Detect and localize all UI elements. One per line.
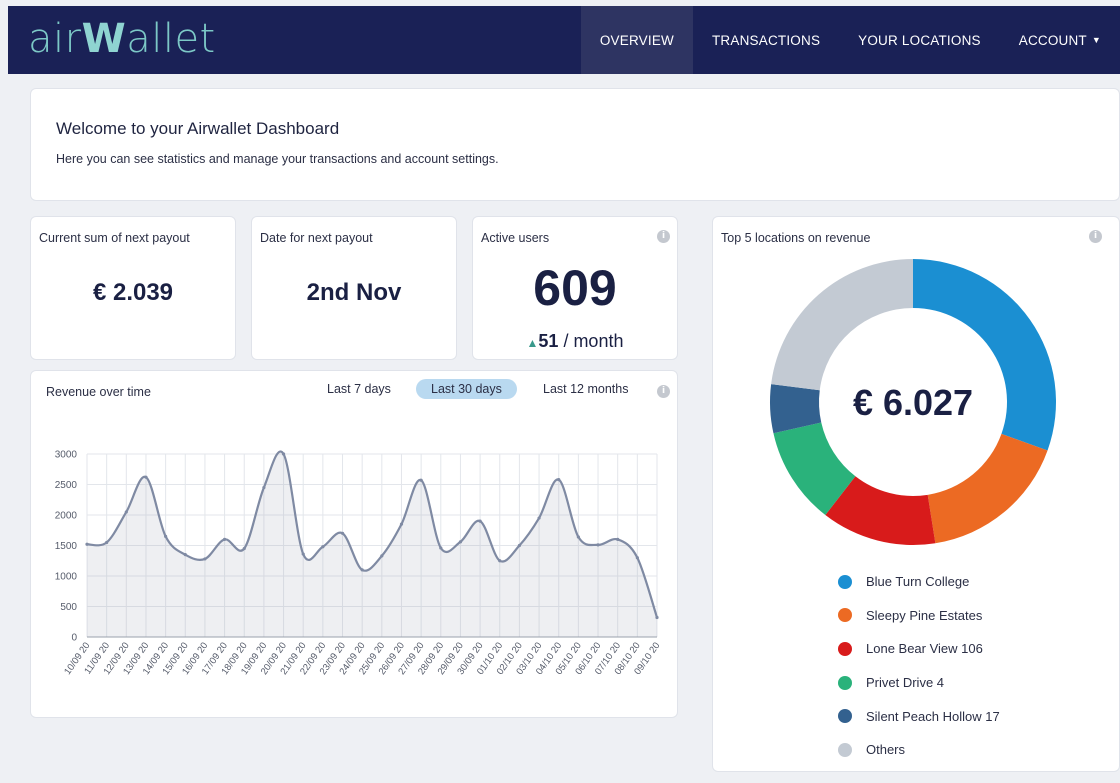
revenue-point[interactable] bbox=[124, 510, 128, 514]
airwallet-logo[interactable]: airWallet bbox=[28, 16, 216, 62]
legend-swatch bbox=[838, 574, 852, 589]
revenue-point[interactable] bbox=[478, 519, 482, 523]
nav-your-locations[interactable]: YOUR LOCATIONS bbox=[839, 6, 1000, 74]
revenue-point[interactable] bbox=[281, 452, 286, 456]
active-users-value: 609 bbox=[533, 260, 617, 316]
top-navbar: airWallet OVERVIEW TRANSACTIONS YOUR LOC… bbox=[8, 6, 1120, 74]
revenue-point[interactable] bbox=[203, 557, 207, 561]
payout-sum-label: Current sum of next payout bbox=[39, 231, 190, 245]
revenue-point[interactable] bbox=[301, 552, 305, 556]
revenue-point[interactable] bbox=[537, 516, 541, 520]
legend-label: Silent Peach Hollow 17 bbox=[866, 708, 1000, 724]
revenue-point[interactable] bbox=[340, 531, 345, 535]
payout-sum-value: € 2.039 bbox=[92, 279, 174, 306]
revenue-line-chart: 05001000150020002500300010/09 2011/09 20… bbox=[55, 450, 663, 678]
revenue-point[interactable] bbox=[144, 475, 148, 479]
info-icon[interactable]: i bbox=[657, 230, 670, 243]
revenue-point[interactable] bbox=[105, 540, 109, 545]
donut-slice-sleepy-pine-estates[interactable] bbox=[927, 433, 1048, 544]
revenue-point[interactable] bbox=[360, 568, 364, 572]
legend-label: Sleepy Pine Estates bbox=[866, 607, 983, 623]
donut-total-value: € 6.027 bbox=[853, 382, 973, 423]
top-locations-card: Top 5 locations on revenue i € 6.027 Blu… bbox=[712, 216, 1120, 772]
y-tick-label: 3000 bbox=[55, 450, 78, 461]
legend-item[interactable]: Lone Bear View 106 bbox=[838, 632, 1000, 666]
revenue-card: Revenue over time Last 7 days Last 30 da… bbox=[30, 370, 678, 718]
y-tick-label: 1000 bbox=[55, 572, 78, 583]
revenue-point[interactable] bbox=[85, 542, 89, 546]
payout-date-label: Date for next payout bbox=[260, 231, 373, 245]
revenue-point[interactable] bbox=[517, 543, 522, 548]
revenue-point[interactable] bbox=[498, 559, 502, 563]
legend-item[interactable]: Blue Turn College bbox=[838, 565, 1000, 599]
y-tick-label: 1500 bbox=[55, 541, 78, 552]
legend-label: Lone Bear View 106 bbox=[866, 641, 983, 657]
nav-transactions[interactable]: TRANSACTIONS bbox=[693, 6, 839, 74]
revenue-point[interactable] bbox=[321, 545, 325, 549]
revenue-point[interactable] bbox=[458, 540, 463, 544]
revenue-point[interactable] bbox=[419, 478, 423, 482]
revenue-point[interactable] bbox=[576, 535, 580, 539]
revenue-point[interactable] bbox=[616, 537, 620, 541]
active-users-delta: ▲51 / month bbox=[526, 331, 624, 351]
revenue-donut-chart: € 6.027 bbox=[770, 259, 1056, 545]
legend-label: Privet Drive 4 bbox=[866, 675, 945, 691]
revenue-point[interactable] bbox=[164, 534, 168, 538]
triangle-up-icon: ▲ bbox=[526, 336, 539, 350]
legend-swatch bbox=[838, 641, 852, 656]
revenue-point[interactable] bbox=[183, 553, 187, 557]
legend-swatch bbox=[838, 608, 852, 623]
caret-down-icon: ▼ bbox=[1091, 35, 1101, 45]
y-tick-label: 2500 bbox=[55, 480, 78, 491]
legend-label: Blue Turn College bbox=[866, 574, 970, 590]
legend-swatch bbox=[838, 675, 852, 690]
active-users-label: Active users bbox=[481, 231, 550, 245]
welcome-card: Welcome to your Airwallet Dashboard Here… bbox=[30, 88, 1120, 201]
y-tick-label: 500 bbox=[60, 602, 77, 613]
revenue-point[interactable] bbox=[655, 615, 659, 620]
nav-overview[interactable]: OVERVIEW bbox=[580, 6, 693, 74]
revenue-point[interactable] bbox=[596, 543, 600, 547]
revenue-area bbox=[87, 451, 657, 637]
welcome-title: Welcome to your Airwallet Dashboard bbox=[56, 119, 340, 138]
payout-date-value: 2nd Nov bbox=[306, 279, 402, 306]
revenue-point[interactable] bbox=[439, 546, 443, 550]
revenue-point[interactable] bbox=[399, 522, 404, 526]
revenue-point[interactable] bbox=[635, 556, 639, 560]
legend-swatch bbox=[838, 742, 852, 757]
revenue-point[interactable] bbox=[242, 546, 246, 551]
legend-item[interactable]: Privet Drive 4 bbox=[838, 666, 1000, 700]
welcome-subtitle: Here you can see statistics and manage y… bbox=[56, 152, 499, 166]
legend-label: Others bbox=[866, 742, 906, 758]
revenue-point[interactable] bbox=[380, 554, 384, 558]
payout-sum-card: Current sum of next payout € 2.039 bbox=[30, 216, 236, 360]
legend-item[interactable]: Sleepy Pine Estates bbox=[838, 599, 1000, 633]
donut-legend: Blue Turn College Sleepy Pine Estates Lone… bbox=[838, 565, 1000, 767]
payout-date-card: Date for next payout 2nd Nov bbox=[251, 216, 457, 360]
revenue-point[interactable] bbox=[262, 485, 266, 490]
main-nav: OVERVIEW TRANSACTIONS YOUR LOCATIONS ACC… bbox=[580, 6, 1120, 74]
revenue-point[interactable] bbox=[557, 478, 561, 482]
nav-account[interactable]: ACCOUNT ▼ bbox=[1000, 6, 1120, 74]
revenue-point[interactable] bbox=[222, 537, 227, 541]
donut-slice-others[interactable] bbox=[771, 259, 913, 391]
active-users-card: Active users i 609 ▲51 / month bbox=[472, 216, 678, 360]
legend-item[interactable]: Silent Peach Hollow 17 bbox=[838, 699, 1000, 733]
legend-swatch bbox=[838, 709, 852, 724]
y-tick-label: 0 bbox=[71, 633, 77, 644]
legend-item[interactable]: Others bbox=[838, 733, 1000, 767]
y-tick-label: 2000 bbox=[55, 511, 78, 522]
